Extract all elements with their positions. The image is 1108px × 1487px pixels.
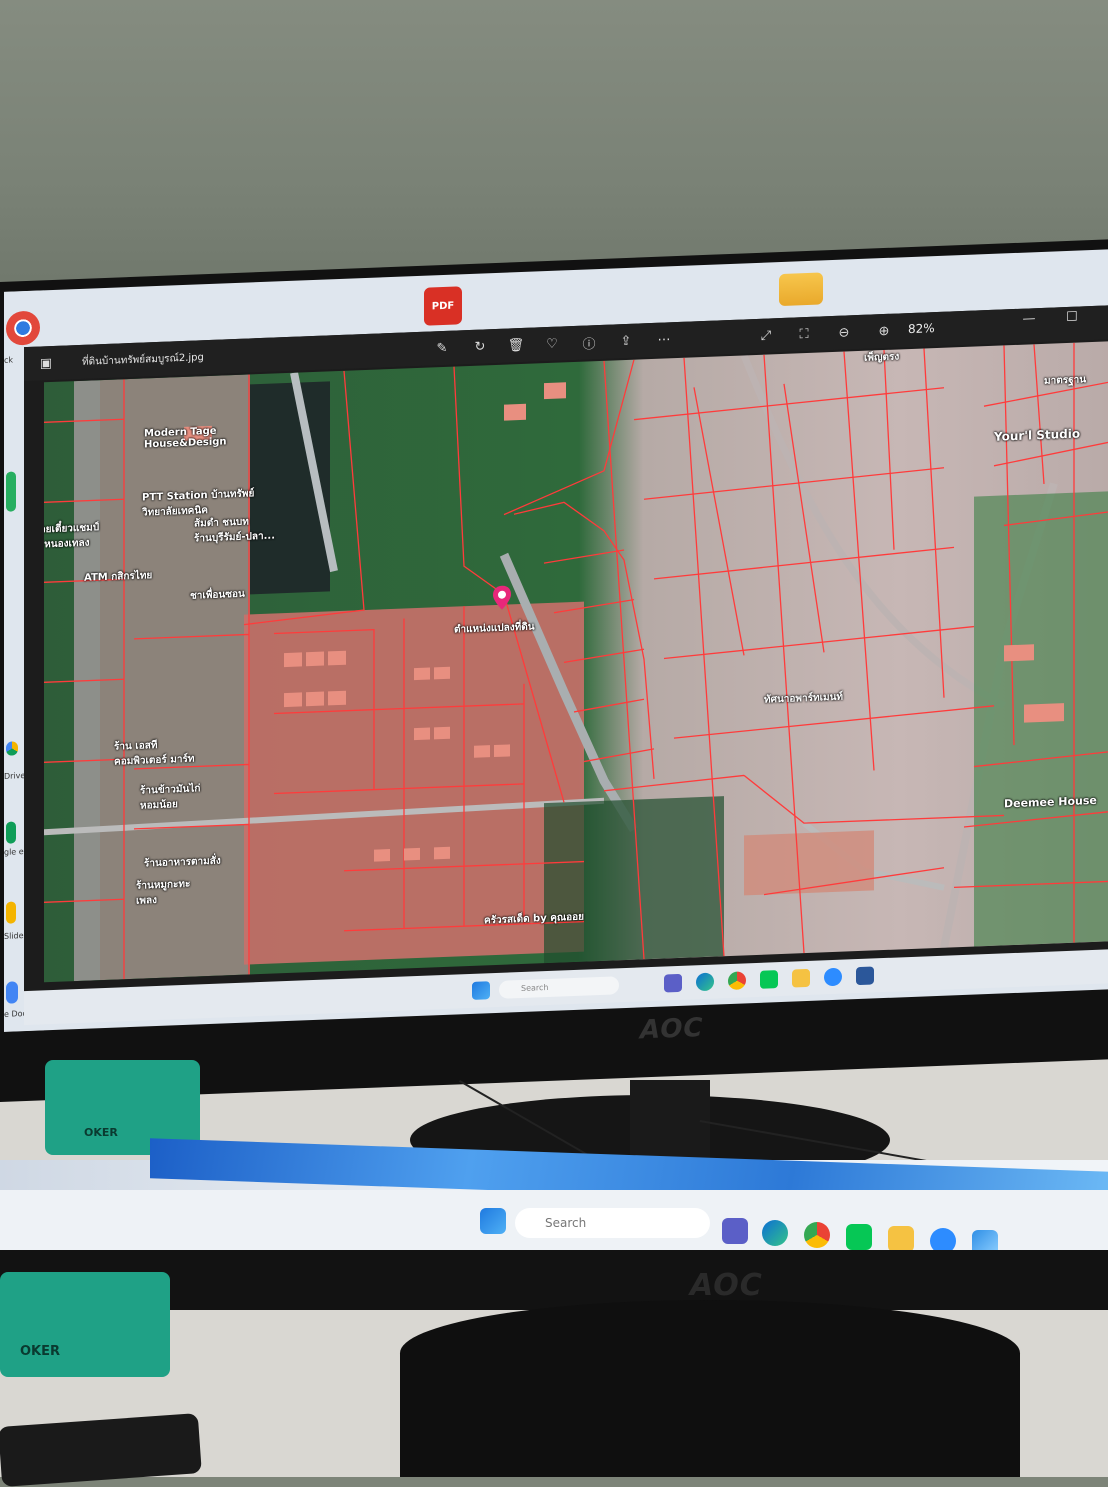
curved-road — [740, 353, 1006, 709]
map-label: ร้านหมูกะทะ เพลง — [136, 878, 191, 907]
inner-search-box[interactable]: Search — [499, 976, 619, 999]
parcel-location-label: ตำแหน่งแปลงที่ดิน — [454, 621, 535, 636]
map-label: ร้านข้าวมันไก่ หอมน้อย — [140, 783, 201, 812]
satellite-map-image[interactable]: Modern Tage House&Design PTT Station บ้า… — [44, 341, 1108, 983]
file-explorer-icon[interactable] — [888, 1226, 914, 1252]
photo-viewer-window: ▣ ที่ดินบ้านทรัพย์สมบูรณ์2.jpg ✎ ↻ 🗑 ♡ ⓘ… — [24, 305, 1108, 998]
edge-icon[interactable] — [696, 972, 714, 992]
delete-icon[interactable]: 🗑 — [506, 335, 526, 356]
folder-icon[interactable] — [6, 471, 16, 512]
chrome-icon[interactable] — [728, 971, 746, 991]
location-pin-icon[interactable] — [492, 584, 512, 611]
speaker-left-outer — [0, 1272, 170, 1377]
maximize-icon[interactable]: ☐ — [1062, 306, 1082, 327]
zoom-in-icon[interactable]: ⊕ — [874, 321, 894, 342]
map-label: ATM กสิกรไทย — [84, 570, 153, 584]
teams-icon[interactable] — [664, 973, 682, 993]
aoc-logo-outer: AOC — [690, 1268, 763, 1303]
map-label: ชาเพื่อนซอน — [190, 588, 245, 602]
map-label: ส้มตำ ชนบท ร้านบุรีรัมย์-ปลา... — [194, 516, 276, 545]
rotate-icon[interactable]: ↻ — [470, 336, 490, 357]
aoc-logo-inner: AOC — [640, 1012, 704, 1046]
map-label: ก๋วยเตี๋ยวแชมป์ ค หนองเทลง — [44, 522, 100, 551]
orange-lot — [744, 830, 874, 896]
fit-icon[interactable]: ⛶ — [794, 324, 814, 345]
slides-icon[interactable] — [6, 901, 16, 924]
line-icon[interactable] — [760, 970, 778, 989]
zoom-app-icon[interactable] — [824, 967, 842, 987]
edit-icon[interactable]: ✎ — [432, 338, 452, 359]
file-explorer-icon[interactable] — [792, 968, 810, 988]
favorite-icon[interactable]: ♡ — [542, 333, 562, 354]
sheets-icon[interactable] — [6, 821, 16, 844]
screen-inner: ck Drive gle ets Slides e Docs PDF ▣ ที่… — [4, 249, 1108, 1032]
speaker-brand: OKER — [84, 1126, 118, 1139]
word-icon[interactable] — [856, 966, 874, 986]
edge-icon[interactable] — [762, 1220, 788, 1246]
zoom-level: 82% — [908, 321, 935, 337]
drive-icon[interactable] — [6, 741, 18, 756]
more-icon[interactable]: ⋯ — [654, 329, 674, 350]
zoom-out-icon[interactable]: ⊖ — [834, 322, 854, 343]
share-icon[interactable]: ⇪ — [616, 331, 636, 352]
line-icon[interactable] — [846, 1224, 872, 1250]
folder-icon[interactable] — [779, 272, 823, 307]
fullscreen-icon[interactable]: ⤢ — [756, 325, 776, 346]
start-icon[interactable] — [480, 1208, 506, 1234]
teams-icon[interactable] — [722, 1218, 748, 1244]
outer-search-box[interactable]: Search — [515, 1208, 710, 1238]
map-label: เพ็ญตรง — [864, 351, 900, 364]
pdf-label: PDF — [431, 300, 455, 312]
monitor-inner: ck Drive gle ets Slides e Docs PDF ▣ ที่… — [0, 239, 1108, 1102]
map-label: Modern Tage House&Design — [144, 425, 227, 451]
info-icon[interactable]: ⓘ — [579, 332, 599, 353]
docs-icon[interactable] — [6, 981, 18, 1004]
gallery-icon[interactable]: ▣ — [36, 353, 56, 374]
viewer-title: ที่ดินบ้านทรัพย์สมบูรณ์2.jpg — [82, 352, 204, 368]
chrome-icon[interactable] — [6, 310, 40, 346]
map-label: มาตรฐาน — [1044, 374, 1087, 387]
forest-patch — [544, 796, 724, 964]
chrome-icon[interactable] — [804, 1222, 830, 1248]
start-icon[interactable] — [472, 981, 490, 1000]
speaker-brand: OKER — [20, 1344, 61, 1359]
pdf-file-icon[interactable]: PDF — [424, 286, 462, 326]
map-label: ทัศนาอพาร์ทเมนท์ — [764, 691, 844, 706]
monitor-stand-outer — [400, 1300, 1020, 1477]
minimize-icon[interactable]: — — [1019, 308, 1039, 329]
map-label: ร้าน เอสที คอมพิวเตอร์ มาร์ท — [114, 739, 195, 768]
map-label: ร้านอาหารตามสั่ง — [144, 855, 221, 870]
